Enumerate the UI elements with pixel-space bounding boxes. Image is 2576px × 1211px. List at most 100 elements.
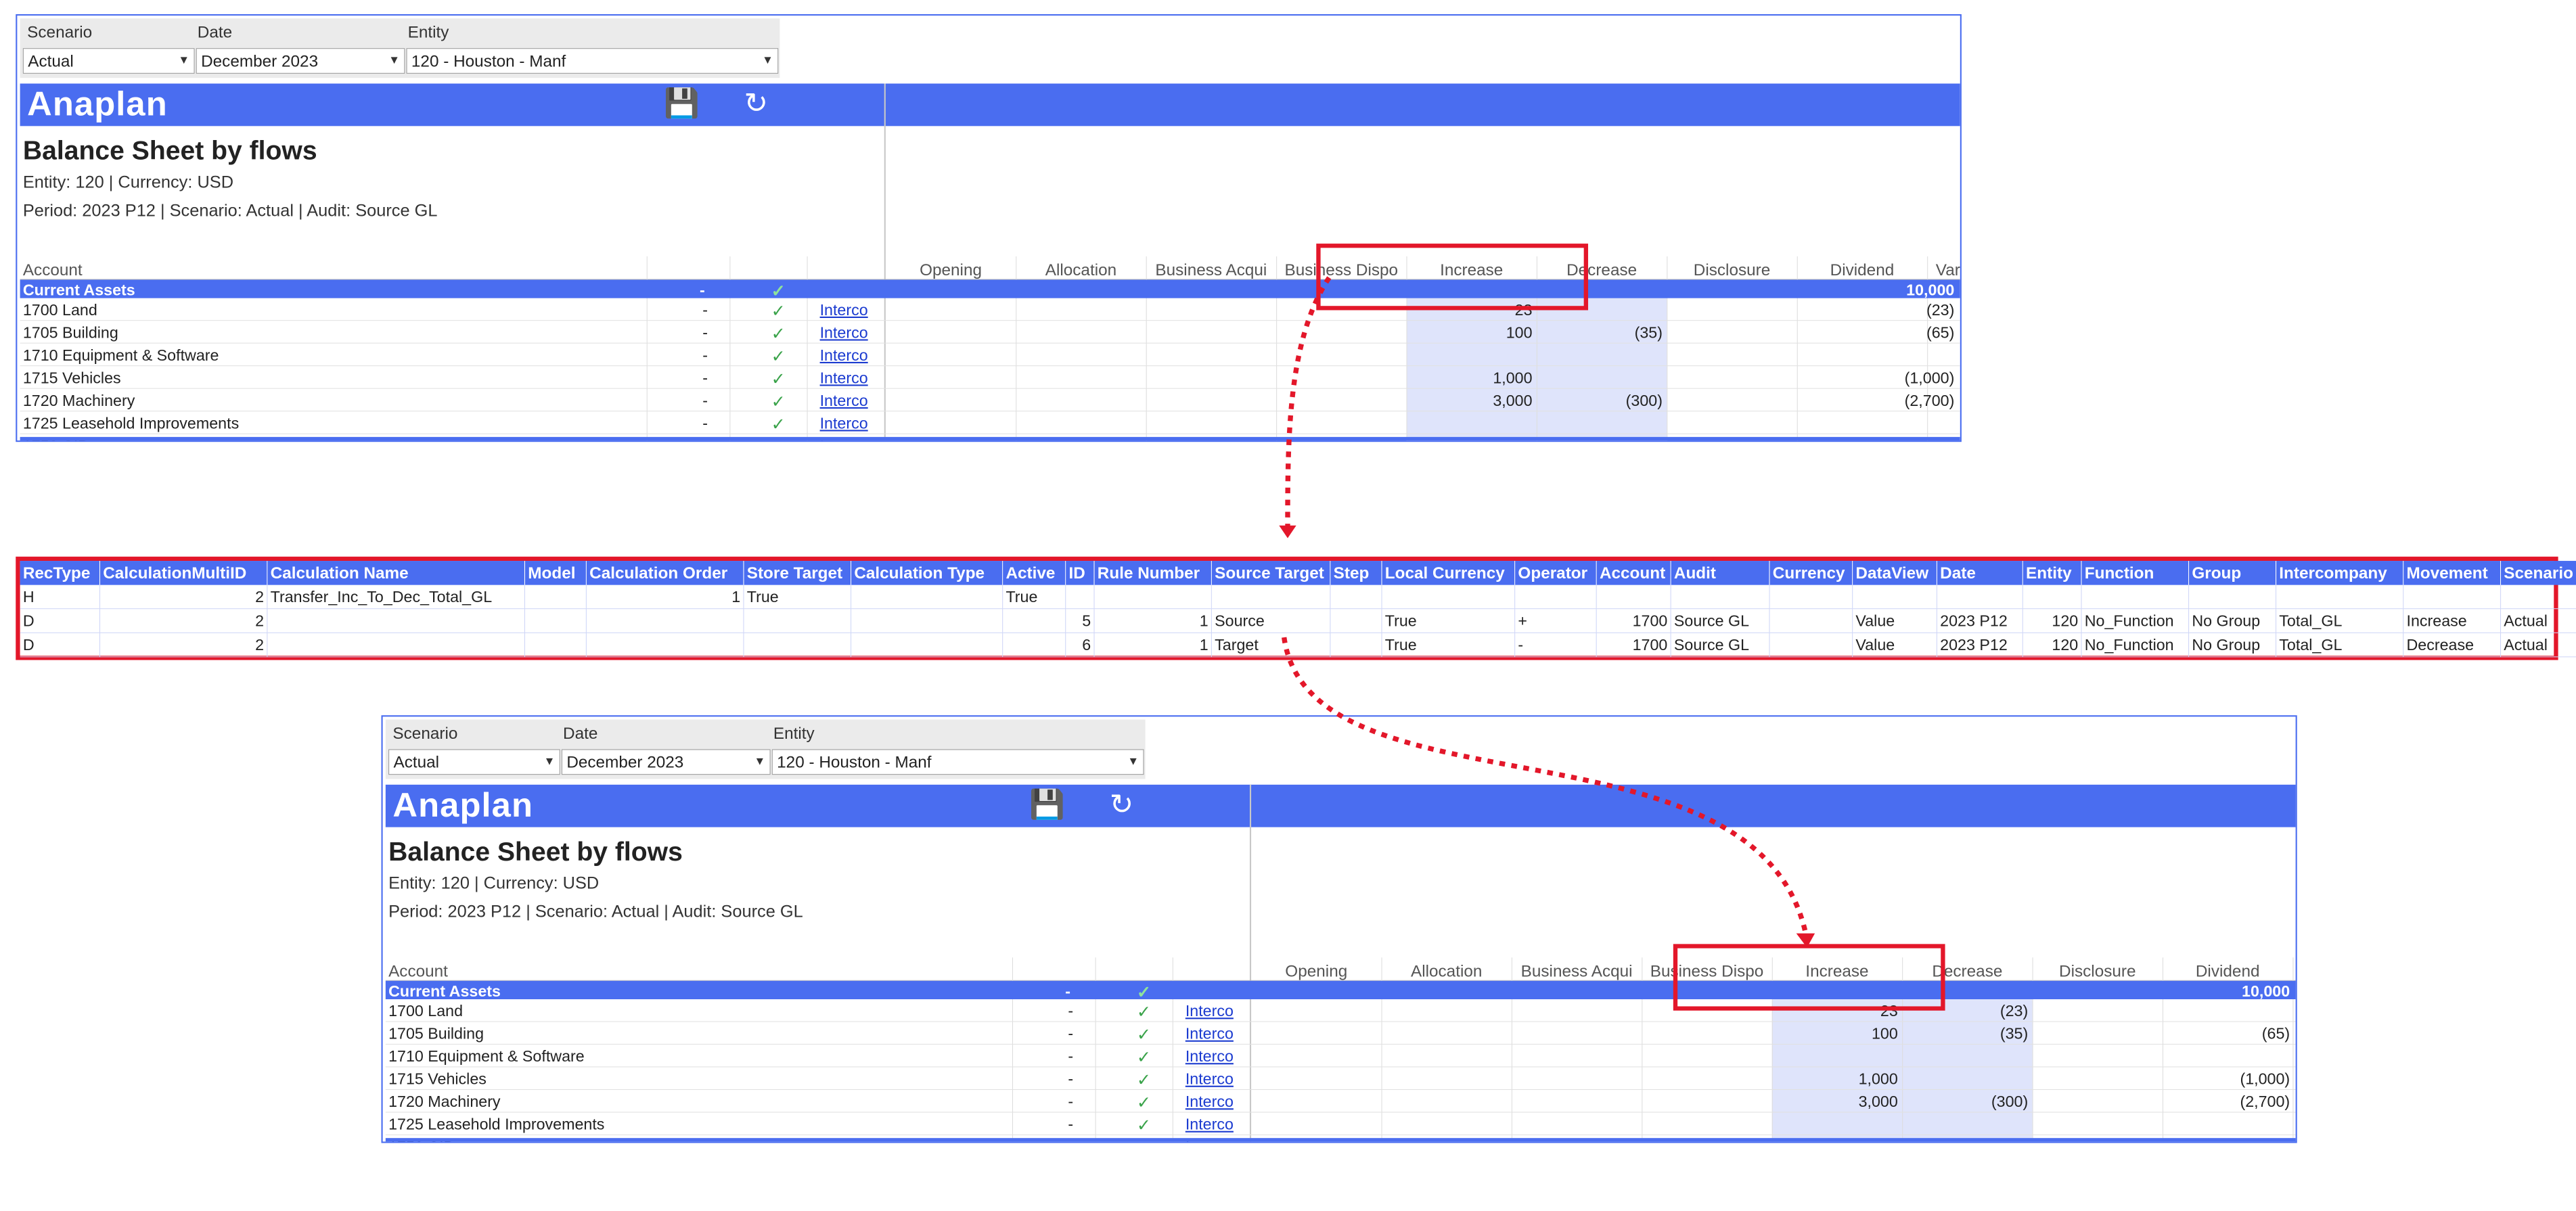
chevron-down-icon: ▼	[178, 54, 190, 67]
section-row-current-assets: Current Assets - ✓ 10,000	[20, 279, 1960, 301]
rule-table-cell	[1211, 585, 1331, 610]
entity-select[interactable]: 120 - Houston - Manf ▼	[406, 48, 779, 74]
rule-table-header: ID	[1066, 561, 1095, 585]
account-name: 1720 Machinery	[22, 391, 135, 410]
table-row: 1715 Vehicles - ✓ Interco 1,000 (1,000)	[20, 366, 1960, 389]
arrow-top-to-table-head	[1279, 525, 1296, 539]
rule-table-header: Date	[1937, 561, 2023, 585]
intercompany-link[interactable]: Interco	[820, 414, 868, 432]
intercompany-link[interactable]: Interco	[1185, 1002, 1234, 1020]
refresh-icon[interactable]: ↻	[744, 88, 768, 119]
column-header-dividend: Dividend	[1830, 260, 1895, 279]
section-variation: 10,000	[2242, 982, 2290, 1001]
check-icon: ✓	[1136, 1003, 1152, 1022]
entity-select[interactable]: 120 - Houston - Manf ▼	[771, 749, 1144, 775]
entity-label: Entity	[407, 22, 449, 41]
rule-table-cell: Actual	[2501, 609, 2576, 633]
date-select[interactable]: December 2023 ▼	[196, 48, 405, 74]
rule-table-cell	[1003, 609, 1066, 633]
rule-table-header: Operator	[1515, 561, 1597, 585]
column-header-allocation: Allocation	[1045, 260, 1117, 279]
period-scenario-line: Period: 2023 P12 | Scenario: Actual | Au…	[388, 902, 803, 921]
account-name: 1715 Vehicles	[388, 1070, 487, 1088]
table-row: 1705 Building - ✓ Interco 100 (35) (65)	[385, 1022, 2296, 1045]
check-icon: ✓	[1136, 1048, 1152, 1068]
save-icon[interactable]: 💾	[664, 88, 700, 119]
rule-table-cell	[586, 633, 744, 658]
increase-value: 1,000	[1493, 369, 1533, 387]
table-row: 1710 Equipment & Software - ✓ Interco	[20, 344, 1960, 367]
rule-table-header: Local Currency	[1382, 561, 1516, 585]
rule-table-cell: No Group	[2189, 633, 2277, 658]
rule-table-cell: Actual	[2501, 633, 2576, 658]
table-row: 1725 Leasehold Improvements - ✓ Interco	[20, 411, 1960, 434]
rule-table-cell: 2	[100, 609, 268, 633]
intercompany-link[interactable]: Interco	[820, 301, 868, 319]
rule-table-cell: 2	[100, 633, 268, 658]
decrease-value: (300)	[1991, 1093, 2029, 1111]
table-row: 1725 Leasehold Improvements - ✓ Interco	[385, 1112, 2296, 1135]
intercompany-link[interactable]: Interco	[1185, 1116, 1234, 1134]
scenario-select[interactable]: Actual ▼	[22, 48, 195, 74]
intercompany-link[interactable]: Interco	[1185, 1070, 1234, 1089]
rule-table-cell	[524, 585, 587, 610]
scenario-select[interactable]: Actual ▼	[388, 749, 560, 775]
save-icon[interactable]: 💾	[1029, 789, 1065, 820]
balance-sheet-panel-before: Scenario Date Entity Actual ▼ December 2023 ▼ 1…	[16, 14, 1962, 442]
check-icon: ✓	[771, 369, 786, 389]
intercompany-link[interactable]: Interco	[1185, 1025, 1234, 1043]
date-label: Date	[197, 22, 233, 41]
row-dash: -	[702, 369, 708, 387]
variation-value: (2,700)	[1904, 391, 1955, 410]
chevron-down-icon: ▼	[388, 54, 400, 67]
rule-table-cell: True	[1382, 633, 1516, 658]
account-name: 1715 Vehicles	[22, 369, 121, 387]
table-row: 1720 Machinery - ✓ Interco 3,000 (300) (2,700)	[385, 1090, 2296, 1113]
rule-table-cell	[1596, 585, 1671, 610]
rule-table-header: CalculationMultiID	[100, 561, 268, 585]
date-label: Date	[563, 723, 598, 743]
scenario-label: Scenario	[27, 22, 93, 41]
rule-table-cell	[1330, 585, 1382, 610]
chevron-down-icon: ▼	[1127, 755, 1139, 768]
account-header: Account	[22, 260, 83, 279]
column-header-opening: Opening	[1285, 961, 1348, 980]
rule-table-cell: Total_GL	[2276, 609, 2404, 633]
account-name: 1700 Land	[22, 300, 97, 319]
intercompany-link[interactable]: Interco	[820, 346, 868, 365]
rule-table-cell	[1382, 585, 1516, 610]
check-icon: ✓	[771, 392, 786, 412]
chevron-down-icon: ▼	[543, 755, 556, 768]
entity-currency-line: Entity: 120 | Currency: USD	[22, 173, 234, 192]
rule-table-cell: +	[1515, 609, 1597, 633]
rule-table-cell: 120	[2023, 609, 2082, 633]
scenario-label: Scenario	[392, 723, 458, 743]
intercompany-link[interactable]: Interco	[1185, 1047, 1234, 1066]
check-icon: ✓	[1136, 1116, 1152, 1135]
refresh-icon[interactable]: ↻	[1110, 789, 1133, 820]
column-header-disclosure: Disclosure	[2059, 961, 2136, 980]
report-title: Balance Sheet by flows	[22, 135, 317, 165]
rule-table-cell	[1853, 585, 1937, 610]
rule-table-cell	[524, 633, 587, 658]
rule-table-header: Intercompany	[2276, 561, 2404, 585]
rule-table-cell: Increase	[2403, 609, 2502, 633]
rule-table-cell	[851, 585, 1003, 610]
account-name: 1700 Land	[388, 1002, 464, 1020]
intercompany-link[interactable]: Interco	[1185, 1093, 1234, 1111]
rule-table-header: Store Target	[744, 561, 852, 585]
rule-table-cell: 1	[1094, 633, 1212, 658]
rule-table-cell	[1937, 585, 2023, 610]
header-bar: Anaplan 💾 ↻	[20, 83, 1960, 127]
scenario-value: Actual	[393, 752, 440, 771]
rule-table-cell	[1094, 585, 1212, 610]
date-select[interactable]: December 2023 ▼	[561, 749, 771, 775]
entity-currency-line: Entity: 120 | Currency: USD	[388, 873, 600, 893]
account-name: 1710 Equipment & Software	[22, 346, 219, 365]
intercompany-link[interactable]: Interco	[820, 323, 868, 342]
variation-value: (23)	[1926, 300, 1955, 319]
check-icon: ✓	[771, 324, 786, 344]
intercompany-link[interactable]: Interco	[820, 392, 868, 410]
intercompany-link[interactable]: Interco	[820, 369, 868, 387]
filter-bar: Scenario Date Entity Actual ▼ December 2023 ▼ 1…	[20, 18, 780, 78]
